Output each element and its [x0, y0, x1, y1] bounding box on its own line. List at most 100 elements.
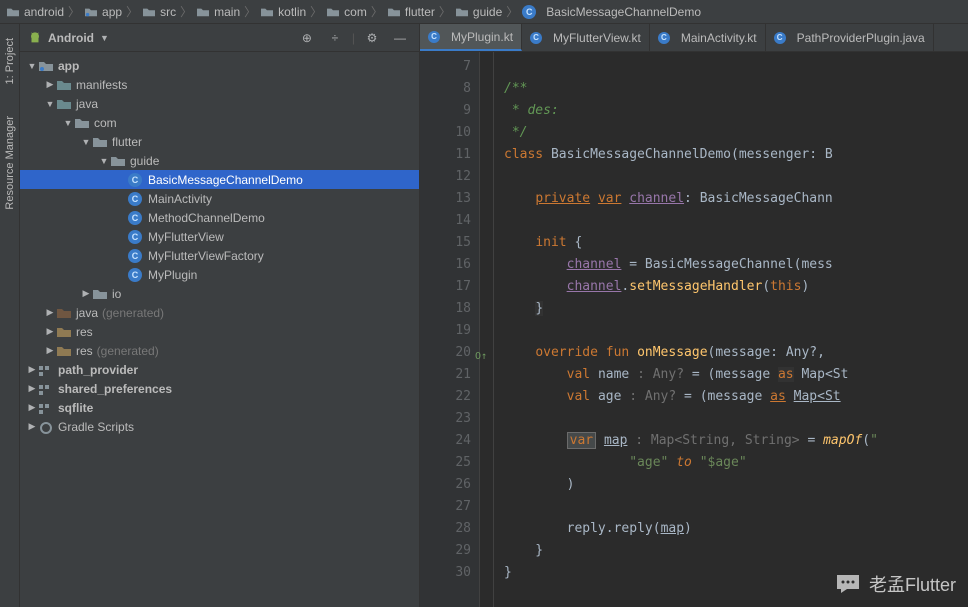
tree-item-guide[interactable]: ▼ guide: [20, 151, 419, 170]
chevron-right-icon: 〉: [439, 3, 451, 20]
class-icon: C: [128, 192, 142, 206]
tree-item-java-generated[interactable]: ▶ java(generated): [20, 303, 419, 322]
folder-icon: [56, 97, 72, 111]
tree-item-manifests[interactable]: ▶ manifests: [20, 75, 419, 94]
tree-item-flutter[interactable]: ▼ flutter: [20, 132, 419, 151]
breadcrumb-item[interactable]: CBasicMessageChannelDemo: [522, 5, 701, 19]
tree-item-myplugin[interactable]: C MyPlugin: [20, 265, 419, 284]
watermark: 老孟Flutter: [835, 571, 956, 597]
tree-item-res[interactable]: ▶ res: [20, 322, 419, 341]
folder-icon: [6, 6, 20, 18]
breadcrumb-item[interactable]: flutter: [387, 5, 435, 19]
module-icon: [38, 382, 54, 396]
editor-tab-bar: C MyPlugin.kt C MyFlutterView.kt C MainA…: [420, 24, 968, 52]
tree-item-myflutterview[interactable]: C MyFlutterView: [20, 227, 419, 246]
side-tab-project[interactable]: 1: Project: [2, 32, 18, 90]
folder-icon: [56, 78, 72, 92]
package-icon: [92, 135, 108, 149]
tree-item-basicmessagechanneldemo[interactable]: C BasicMessageChannelDemo: [20, 170, 419, 189]
chevron-right-icon: 〉: [310, 3, 322, 20]
folder-icon: [142, 6, 156, 18]
class-icon: C: [522, 5, 536, 19]
hide-panel-button[interactable]: —: [389, 27, 411, 49]
breadcrumb-item[interactable]: main: [196, 5, 240, 19]
chevron-right-icon: 〉: [126, 3, 138, 20]
side-tab-bar: 1: Project Resource Manager: [0, 24, 20, 607]
fold-strip[interactable]: [480, 52, 494, 607]
chevron-right-icon: ▶: [26, 364, 38, 375]
class-icon: C: [530, 32, 542, 44]
chevron-down-icon: ▼: [62, 118, 74, 128]
editor-tab[interactable]: C MyPlugin.kt: [420, 24, 522, 51]
chevron-down-icon: ▼: [26, 61, 38, 71]
module-icon: [38, 59, 54, 73]
override-marker-icon[interactable]: O↑: [475, 346, 487, 368]
chevron-down-icon: ▼: [98, 156, 110, 166]
package-icon: [455, 6, 469, 18]
watermark-label: 老孟Flutter: [869, 571, 956, 597]
class-icon: C: [128, 173, 142, 187]
tree-item-path-provider[interactable]: ▶ path_provider: [20, 360, 419, 379]
gear-icon[interactable]: ⚙: [361, 27, 383, 49]
tree-item-sqflite[interactable]: ▶ sqflite: [20, 398, 419, 417]
package-icon: [92, 287, 108, 301]
chevron-right-icon: 〉: [180, 3, 192, 20]
project-tree[interactable]: ▼ app ▶ manifests ▼ java ▼ com ▼: [20, 52, 419, 607]
breadcrumb-item[interactable]: android: [6, 5, 64, 19]
folder-icon: [56, 325, 72, 339]
chevron-down-icon: ▼: [100, 33, 109, 43]
editor-tab[interactable]: C PathProviderPlugin.java: [766, 24, 934, 51]
tree-item-java[interactable]: ▼ java: [20, 94, 419, 113]
tree-item-myflutterviewfactory[interactable]: C MyFlutterViewFactory: [20, 246, 419, 265]
chevron-right-icon: 〉: [68, 3, 80, 20]
chevron-right-icon: ▶: [26, 383, 38, 394]
package-icon: [387, 6, 401, 18]
breadcrumb-item[interactable]: com: [326, 5, 367, 19]
class-icon: C: [128, 249, 142, 263]
tree-item-gradle-scripts[interactable]: ▶ Gradle Scripts: [20, 417, 419, 436]
package-icon: [326, 6, 340, 18]
folder-icon: [260, 6, 274, 18]
chevron-right-icon: 〉: [244, 3, 256, 20]
breadcrumb-item[interactable]: guide: [455, 5, 502, 19]
chevron-right-icon: ▶: [26, 421, 38, 432]
chevron-right-icon: ▶: [26, 402, 38, 413]
module-icon: [38, 363, 54, 377]
tree-item-com[interactable]: ▼ com: [20, 113, 419, 132]
breadcrumb-item[interactable]: src: [142, 5, 176, 19]
class-icon: C: [774, 32, 786, 44]
chevron-right-icon: 〉: [371, 3, 383, 20]
editor-tab[interactable]: C MyFlutterView.kt: [522, 24, 650, 51]
tree-item-res-generated[interactable]: ▶ res(generated): [20, 341, 419, 360]
chevron-down-icon: ▼: [80, 137, 92, 147]
package-icon: [110, 154, 126, 168]
android-icon: [28, 31, 42, 45]
code-lines[interactable]: /** * des: */ class BasicMessageChannelD…: [494, 52, 968, 607]
tree-item-io[interactable]: ▶ io: [20, 284, 419, 303]
scroll-from-source-button[interactable]: ⊕: [296, 27, 318, 49]
side-tab-resource-manager[interactable]: Resource Manager: [2, 110, 18, 216]
tree-item-methodchanneldemo[interactable]: C MethodChannelDemo: [20, 208, 419, 227]
code-editor[interactable]: 7 8 9 10 11 12 13 14 15 16 17 18 19 20O↑…: [420, 52, 968, 607]
project-panel-header: Android ▼ ⊕ ÷ | ⚙ —: [20, 24, 419, 52]
class-icon: C: [128, 268, 142, 282]
chevron-right-icon: ▶: [80, 288, 92, 299]
editor-tab[interactable]: C MainActivity.kt: [650, 24, 766, 51]
gradle-icon: [38, 420, 54, 434]
tree-item-shared-preferences[interactable]: ▶ shared_preferences: [20, 379, 419, 398]
project-panel: Android ▼ ⊕ ÷ | ⚙ — ▼ app ▶ manifests ▼: [20, 24, 420, 607]
class-icon: C: [128, 211, 142, 225]
tree-item-mainactivity[interactable]: C MainActivity: [20, 189, 419, 208]
breadcrumb-bar: android 〉 app 〉 src 〉 main 〉 kotlin 〉 co…: [0, 0, 968, 24]
module-icon: [84, 6, 98, 18]
class-icon: C: [658, 32, 670, 44]
breadcrumb-item[interactable]: app: [84, 5, 122, 19]
collapse-all-button[interactable]: ÷: [324, 27, 346, 49]
chevron-down-icon: ▼: [44, 99, 56, 109]
chevron-right-icon: ▶: [44, 326, 56, 337]
project-view-selector[interactable]: Android: [48, 31, 94, 45]
breadcrumb-item[interactable]: kotlin: [260, 5, 306, 19]
tree-item-app[interactable]: ▼ app: [20, 56, 419, 75]
package-icon: [74, 116, 90, 130]
chevron-right-icon: ▶: [44, 79, 56, 90]
